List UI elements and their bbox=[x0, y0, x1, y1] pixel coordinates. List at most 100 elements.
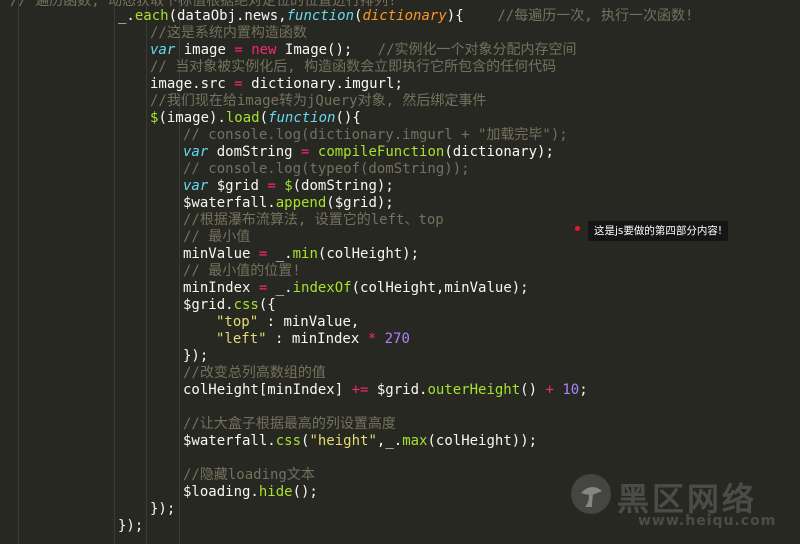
indent-guide bbox=[18, 0, 19, 544]
comment-token: //这是系统内置构造函数 bbox=[150, 25, 307, 41]
operator-token: new bbox=[251, 42, 277, 58]
code-token: : minIndex bbox=[266, 331, 368, 347]
code-token: _. bbox=[118, 8, 135, 24]
code-line[interactable]: // 最小值 bbox=[183, 229, 250, 246]
code-line[interactable]: //让大盒子根据最高的列设置高度 bbox=[183, 416, 396, 433]
code-token: (){ bbox=[335, 110, 361, 126]
code-line[interactable]: "left" : minIndex * 270 bbox=[216, 331, 410, 348]
code-line[interactable]: _.each(dataObj.news,function(dictionary)… bbox=[118, 8, 694, 25]
string-token: "top" bbox=[216, 314, 259, 330]
function-token: css bbox=[275, 433, 302, 449]
code-token: (colHeight); bbox=[317, 246, 420, 262]
code-line[interactable]: $(image).load(function(){ bbox=[150, 110, 361, 127]
code-token: $waterfall. bbox=[183, 195, 276, 211]
keyword-token: function bbox=[268, 110, 336, 126]
code-line[interactable]: colHeight[minIndex] += $grid.outerHeight… bbox=[183, 382, 588, 399]
code-line[interactable]: }); bbox=[150, 501, 175, 518]
code-line[interactable]: // console.log(typeof(domString)); bbox=[183, 161, 470, 178]
operator-token: = bbox=[234, 42, 243, 58]
code-token: _. bbox=[267, 280, 293, 296]
annotation-marker-icon bbox=[575, 226, 580, 231]
code-token: ( bbox=[259, 110, 269, 126]
comment-token: //实例化一个对象分配内存空间 bbox=[377, 42, 577, 58]
code-token: colHeight[minIndex] bbox=[183, 382, 352, 398]
code-token: ; bbox=[579, 382, 588, 398]
code-line[interactable]: // console.log(dictionary.imgurl + "加载完毕… bbox=[183, 127, 568, 144]
function-token: compileFunction bbox=[317, 144, 445, 160]
code-token: ){ bbox=[446, 8, 498, 24]
code-token: (); bbox=[292, 484, 318, 500]
code-token: $grid. bbox=[183, 297, 234, 313]
code-line[interactable]: }); bbox=[183, 348, 208, 365]
function-token: indexOf bbox=[292, 280, 352, 296]
code-line[interactable]: $grid.css({ bbox=[183, 297, 276, 314]
code-token: ($grid); bbox=[326, 195, 394, 211]
function-token: $ bbox=[284, 178, 293, 194]
operator-token: = bbox=[267, 178, 276, 194]
function-token: append bbox=[275, 195, 327, 211]
code-token: image bbox=[175, 42, 235, 58]
code-token: _. bbox=[267, 246, 293, 262]
string-token: "left" bbox=[216, 331, 267, 347]
code-token: (dataObj.news, bbox=[168, 8, 287, 24]
code-token: minIndex bbox=[183, 280, 259, 296]
code-line[interactable]: image.src = dictionary.imgurl; bbox=[150, 76, 403, 93]
comment-token: //我们现在给image转为jQuery对象, 然后绑定事件 bbox=[150, 93, 487, 109]
string-token: "height" bbox=[309, 433, 377, 449]
code-line[interactable]: //这是系统内置构造函数 bbox=[150, 25, 307, 42]
keyword-token: function bbox=[286, 8, 355, 24]
keyword-token: var bbox=[183, 178, 209, 194]
code-line[interactable]: minIndex = _.indexOf(colHeight,minValue)… bbox=[183, 280, 529, 297]
code-line[interactable]: var $grid = $(domString); bbox=[183, 178, 394, 195]
code-token: (image). bbox=[158, 110, 226, 126]
code-editor[interactable]: // 遍历函数, 动态获取下标值根据绝对定位的位置进行排列! _.each(dat… bbox=[0, 0, 800, 544]
code-line[interactable]: var domString = compileFunction(dictiona… bbox=[183, 144, 554, 161]
indent-guide bbox=[146, 0, 147, 544]
code-line[interactable]: $loading.hide(); bbox=[183, 484, 318, 501]
function-token: load bbox=[225, 110, 260, 126]
code-token: domString bbox=[208, 144, 302, 160]
operator-token: + bbox=[545, 382, 554, 398]
code-token: : minValue, bbox=[258, 314, 360, 330]
code-token: (dictionary); bbox=[444, 144, 554, 160]
code-token: Image(); bbox=[276, 42, 378, 58]
code-line[interactable]: // 最小值的位置! bbox=[183, 263, 301, 280]
code-line[interactable]: var image = new Image(); //实例化一个对象分配内存空间 bbox=[150, 42, 577, 59]
comment-token: //改变总列高数组的值 bbox=[183, 365, 326, 381]
code-line[interactable]: // 当对象被实例化后, 构造函数会立即执行它所包含的任何代码 bbox=[150, 59, 556, 76]
comment-token: // 最小值的位置! bbox=[183, 263, 301, 279]
annotation-label: 这是js要做的第四部分内容! bbox=[588, 221, 729, 241]
comment-token: //每遍历一次, 执行一次函数! bbox=[497, 8, 694, 24]
code-line[interactable]: //根据瀑布流算法, 设置它的left、top bbox=[183, 212, 444, 229]
code-token: () bbox=[520, 382, 546, 398]
comment-token: // console.log(dictionary.imgurl + "加载完毕… bbox=[183, 127, 568, 143]
mushroom-logo-icon bbox=[571, 474, 611, 514]
param-token: dictionary bbox=[362, 8, 447, 24]
code-line[interactable]: //我们现在给image转为jQuery对象, 然后绑定事件 bbox=[150, 93, 486, 110]
function-token: each bbox=[134, 8, 169, 24]
code-line[interactable]: }); bbox=[118, 518, 143, 535]
code-line[interactable]: "top" : minValue, bbox=[216, 314, 359, 331]
comment-token: //让大盒子根据最高的列设置高度 bbox=[183, 416, 396, 432]
code-line[interactable]: //隐藏loading文本 bbox=[183, 467, 315, 484]
code-token: $grid. bbox=[368, 382, 428, 398]
code-token: (domString); bbox=[292, 178, 394, 194]
code-line[interactable]: $waterfall.css("height",_.max(colHeight)… bbox=[183, 433, 537, 450]
comment-token: // 当对象被实例化后, 构造函数会立即执行它所包含的任何代码 bbox=[150, 59, 557, 75]
code-line[interactable]: //改变总列高数组的值 bbox=[183, 365, 326, 382]
function-token: max bbox=[402, 433, 428, 449]
code-line[interactable]: minValue = _.min(colHeight); bbox=[183, 246, 419, 263]
code-token: }); bbox=[183, 348, 209, 364]
operator-token: * bbox=[367, 331, 377, 347]
code-token: }); bbox=[150, 501, 176, 517]
keyword-token: var bbox=[150, 42, 176, 58]
code-token: dictionary.imgurl; bbox=[242, 76, 403, 92]
code-line[interactable]: $waterfall.append($grid); bbox=[183, 195, 394, 212]
function-token: hide bbox=[258, 484, 293, 500]
code-token: $grid bbox=[208, 178, 268, 194]
code-token: image.src bbox=[150, 76, 235, 92]
operator-token: = bbox=[234, 76, 243, 92]
